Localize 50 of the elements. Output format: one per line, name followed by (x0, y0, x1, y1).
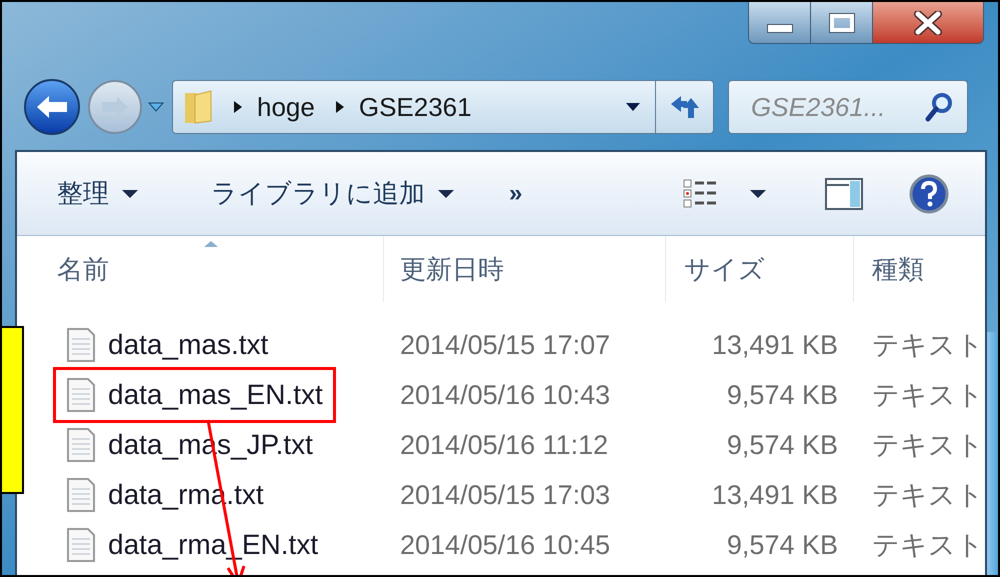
chevron-right-icon (233, 100, 243, 114)
table-cell-text: テキスト (872, 378, 984, 412)
minimize-button[interactable] (749, 2, 811, 43)
column-header[interactable]: サイズ (666, 236, 854, 302)
text-file-icon (66, 527, 96, 563)
toolbar-menu-button[interactable]: ライブラリに追加 (211, 174, 455, 213)
table-cell-text: 13,491 KB (712, 328, 838, 362)
table-cell-text: 2014/05/16 10:43 (400, 378, 610, 412)
table-cell-text: 2014/05/16 10:45 (400, 528, 610, 562)
arrow-left-icon (35, 94, 69, 120)
sort-arrow-icon (203, 240, 219, 248)
table-cell-text: テキスト (872, 478, 984, 512)
table-cell-text: 13,491 KB (712, 478, 838, 512)
maximize-button[interactable] (811, 2, 873, 43)
table-cell-text: 2014/05/15 17:07 (400, 328, 610, 362)
forward-button[interactable] (88, 80, 142, 134)
folder-icon (183, 89, 213, 125)
address-bar[interactable]: hoge GSE2361 (172, 80, 714, 134)
text-file-icon (66, 477, 96, 513)
close-icon (913, 10, 943, 34)
table-cell-text: テキスト (872, 428, 984, 462)
table-cell-text: テキスト (872, 528, 984, 562)
close-button[interactable] (873, 2, 983, 43)
table-cell-text: 9,574 KB (726, 528, 838, 562)
text-file-icon (66, 377, 96, 413)
search-icon (925, 92, 953, 122)
table-cell-text: 9,574 KB (726, 428, 838, 462)
text-file-icon (66, 427, 96, 463)
help-icon[interactable] (909, 174, 949, 214)
text-file-icon (66, 327, 96, 363)
table-cell-text: 9,574 KB (726, 378, 838, 412)
chevron-right-icon (334, 100, 345, 114)
toolbar-menu-button[interactable]: 整理 (57, 174, 139, 213)
caret-icon (121, 188, 139, 198)
dropdown-icon[interactable] (625, 102, 641, 112)
search-placeholder: GSE2361... (751, 90, 886, 124)
column-header[interactable]: 種類 (854, 236, 989, 302)
caret-icon[interactable] (749, 188, 767, 198)
preview-pane-icon[interactable] (825, 178, 863, 210)
view-list-icon[interactable] (683, 178, 719, 208)
column-header[interactable]: 更新日時 (384, 236, 666, 302)
table-cell-text: 2014/05/15 17:03 (400, 478, 610, 512)
file-name[interactable]: data_mas.txt (108, 324, 268, 366)
table-cell-text: 2014/05/16 11:12 (400, 428, 608, 462)
caret-icon (437, 188, 455, 198)
breadcrumb-item[interactable]: hoge (257, 88, 315, 126)
table-cell-text: テキスト (872, 328, 984, 362)
more-button[interactable]: » (509, 176, 522, 212)
file-name[interactable]: data_mas_EN.txt (108, 374, 323, 416)
breadcrumb-item[interactable]: GSE2361 (358, 88, 472, 126)
